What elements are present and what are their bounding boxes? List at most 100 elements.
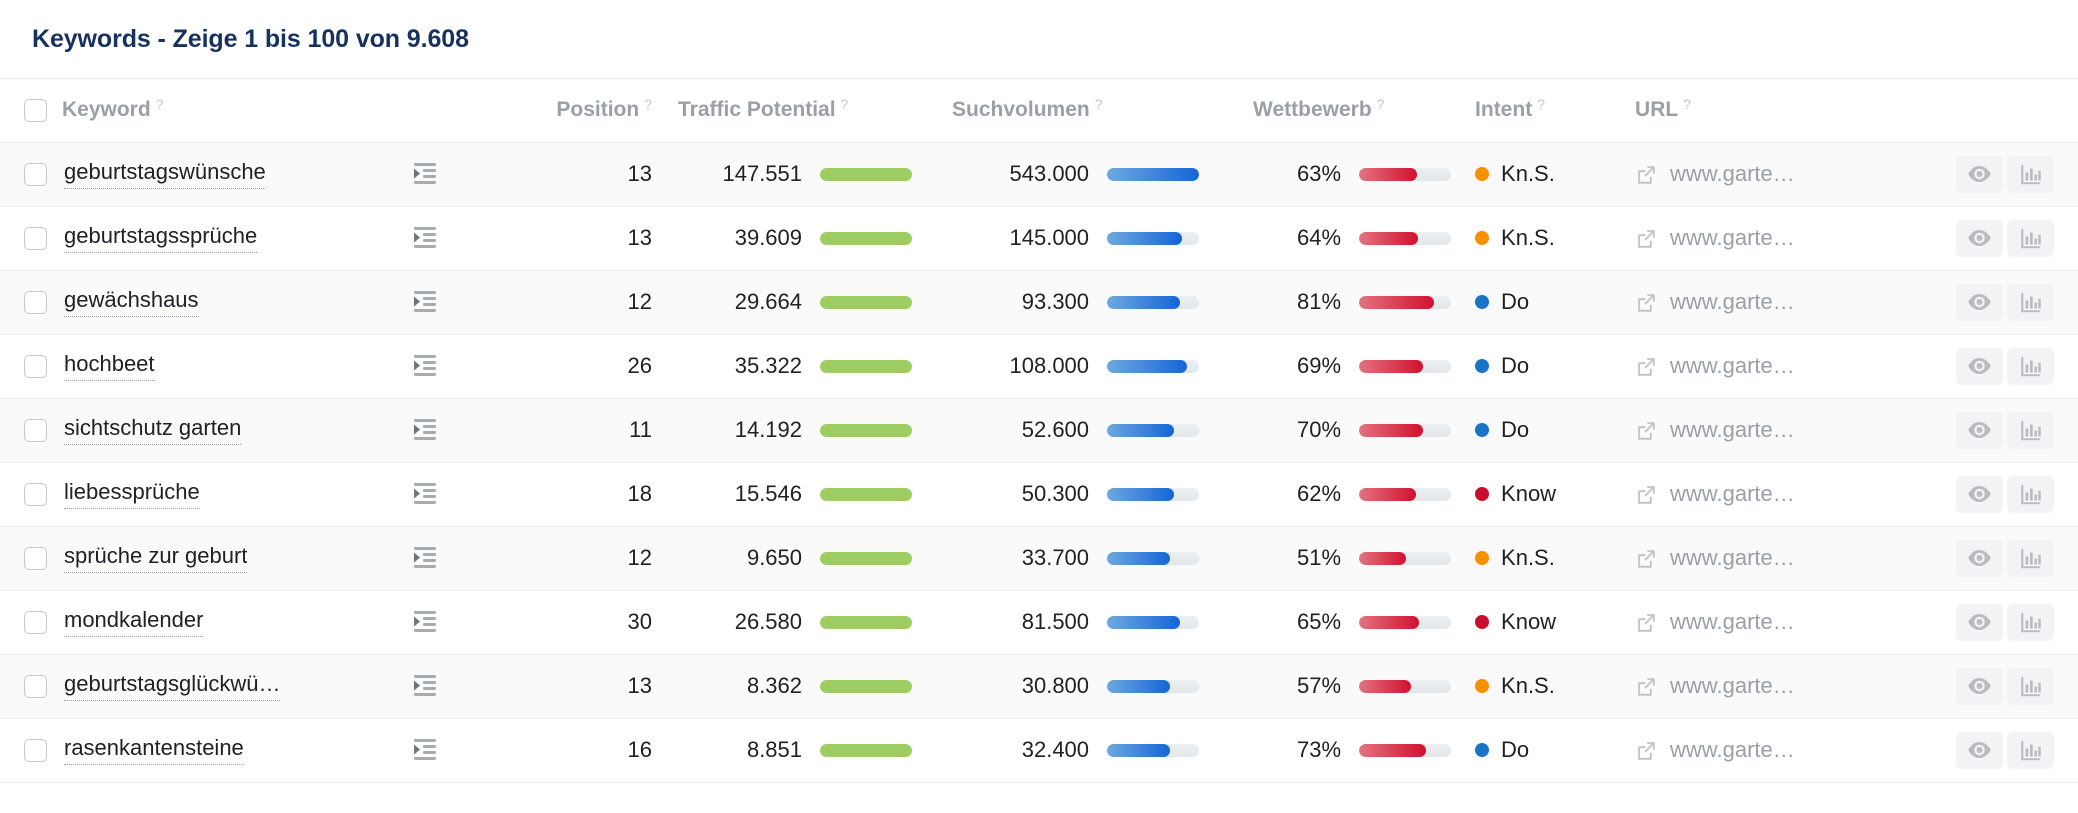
table-row[interactable]: geburtstagswünsche 13 147.551 543.000 63% Kn… bbox=[0, 142, 2078, 207]
url-link[interactable]: www.garte… bbox=[1670, 609, 1795, 635]
table-row[interactable]: mondkalender 30 26.580 81.500 65% Know www.g… bbox=[0, 590, 2078, 655]
column-header-suchvolumen[interactable]: Suchvolumen ? bbox=[934, 79, 1222, 143]
table-header: Keyword ? Position ? Traffic Potential ?… bbox=[0, 79, 2078, 143]
row-checkbox[interactable] bbox=[24, 482, 47, 506]
metrics-button[interactable] bbox=[2007, 667, 2055, 705]
preview-button[interactable] bbox=[1956, 411, 2004, 449]
keyword-link[interactable]: hochbeet bbox=[64, 351, 155, 381]
url-link[interactable]: www.garte… bbox=[1670, 417, 1795, 443]
help-icon[interactable]: ? bbox=[841, 96, 849, 112]
row-checkbox[interactable] bbox=[24, 162, 47, 186]
preview-button[interactable] bbox=[1956, 603, 2004, 641]
row-checkbox[interactable] bbox=[24, 418, 47, 442]
intent-label: Kn.S. bbox=[1501, 545, 1555, 570]
row-select-cell bbox=[0, 398, 62, 463]
row-checkbox[interactable] bbox=[24, 738, 47, 762]
table-row[interactable]: gewächshaus 12 29.664 93.300 81% Do www.gart… bbox=[0, 270, 2078, 335]
help-icon[interactable]: ? bbox=[1537, 96, 1545, 112]
metrics-button[interactable] bbox=[2007, 411, 2055, 449]
table-row[interactable]: hochbeet 26 35.322 108.000 69% Do www.garte… bbox=[0, 334, 2078, 399]
row-checkbox[interactable] bbox=[24, 674, 47, 698]
metrics-button[interactable] bbox=[2007, 539, 2055, 577]
column-header-wettbewerb[interactable]: Wettbewerb ? bbox=[1221, 79, 1472, 143]
help-icon[interactable]: ? bbox=[1377, 96, 1385, 112]
keyword-link[interactable]: geburtstagsglückwü… bbox=[64, 671, 281, 701]
suchvolumen-cell: 543.000 bbox=[934, 142, 1090, 207]
metrics-button[interactable] bbox=[2007, 283, 2055, 321]
intent-cell: Kn.S. bbox=[1471, 654, 1632, 719]
row-checkbox[interactable] bbox=[24, 226, 47, 250]
preview-button[interactable] bbox=[1956, 155, 2004, 193]
help-icon[interactable]: ? bbox=[1683, 96, 1691, 112]
table-row[interactable]: sprüche zur geburt 12 9.650 33.700 51% Kn.S.… bbox=[0, 526, 2078, 591]
url-link[interactable]: www.garte… bbox=[1670, 353, 1795, 379]
eye-icon bbox=[1968, 166, 1991, 182]
preview-button[interactable] bbox=[1956, 283, 2004, 321]
table-row[interactable]: sichtschutz garten 11 14.192 52.600 70% Do w… bbox=[0, 398, 2078, 463]
metrics-button[interactable] bbox=[2007, 731, 2055, 769]
keyword-indent-cell[interactable] bbox=[412, 398, 513, 463]
suchvolumen-bar bbox=[1107, 551, 1200, 565]
keyword-indent-cell[interactable] bbox=[412, 718, 513, 783]
preview-button[interactable] bbox=[1956, 475, 2004, 513]
suchvolumen-bar-cell bbox=[1089, 462, 1222, 527]
table-row[interactable]: geburtstagssprüche 13 39.609 145.000 64% Kn.… bbox=[0, 206, 2078, 271]
keyword-link[interactable]: sichtschutz garten bbox=[64, 415, 242, 445]
column-header-keyword[interactable]: Keyword ? bbox=[62, 79, 513, 143]
keyword-indent-cell[interactable] bbox=[412, 142, 513, 207]
preview-button[interactable] bbox=[1956, 219, 2004, 257]
metrics-button[interactable] bbox=[2007, 603, 2055, 641]
preview-button[interactable] bbox=[1956, 731, 2004, 769]
preview-button[interactable] bbox=[1956, 539, 2004, 577]
column-header-intent[interactable]: Intent ? bbox=[1471, 79, 1632, 143]
row-checkbox[interactable] bbox=[24, 610, 47, 634]
preview-button[interactable] bbox=[1956, 347, 2004, 385]
keyword-link[interactable]: mondkalender bbox=[64, 607, 204, 637]
preview-button[interactable] bbox=[1956, 667, 2004, 705]
url-link[interactable]: www.garte… bbox=[1670, 289, 1795, 315]
help-icon[interactable]: ? bbox=[1095, 96, 1103, 112]
table-row[interactable]: liebessprüche 18 15.546 50.300 62% Know www.… bbox=[0, 462, 2078, 527]
url-link[interactable]: www.garte… bbox=[1670, 225, 1795, 251]
help-icon[interactable]: ? bbox=[644, 96, 652, 112]
metrics-button[interactable] bbox=[2007, 475, 2055, 513]
wettbewerb-value: 65% bbox=[1296, 609, 1342, 634]
keyword-link[interactable]: sprüche zur geburt bbox=[64, 543, 248, 573]
keyword-indent-cell[interactable] bbox=[412, 270, 513, 335]
url-link[interactable]: www.garte… bbox=[1670, 481, 1795, 507]
keyword-link[interactable]: geburtstagssprüche bbox=[64, 223, 258, 253]
row-checkbox[interactable] bbox=[24, 290, 47, 314]
metrics-button[interactable] bbox=[2007, 347, 2055, 385]
column-header-url[interactable]: URL ? bbox=[1631, 79, 2078, 143]
keyword-indent-cell[interactable] bbox=[412, 526, 513, 591]
column-header-suchvolumen-label: Suchvolumen bbox=[952, 98, 1090, 122]
keyword-indent-cell[interactable] bbox=[412, 206, 513, 271]
keyword-link[interactable]: gewächshaus bbox=[64, 287, 199, 317]
url-link[interactable]: www.garte… bbox=[1670, 161, 1795, 187]
keyword-indent-cell[interactable] bbox=[412, 334, 513, 399]
metrics-button[interactable] bbox=[2007, 155, 2055, 193]
keyword-indent-cell[interactable] bbox=[412, 654, 513, 719]
select-all-checkbox[interactable] bbox=[24, 98, 47, 122]
url-link[interactable]: www.garte… bbox=[1670, 545, 1795, 571]
keyword-link[interactable]: liebessprüche bbox=[64, 479, 200, 509]
traffic-potential-value: 15.546 bbox=[734, 481, 803, 506]
metrics-button[interactable] bbox=[2007, 219, 2055, 257]
wettbewerb-bar-cell bbox=[1341, 142, 1472, 207]
table-row[interactable]: geburtstagsglückwü… 13 8.362 30.800 57% Kn.S… bbox=[0, 654, 2078, 719]
keyword-link[interactable]: geburtstagswünsche bbox=[64, 159, 266, 189]
help-icon[interactable]: ? bbox=[156, 96, 164, 112]
table-row[interactable]: rasenkantensteine 16 8.851 32.400 73% Do www… bbox=[0, 718, 2078, 783]
row-checkbox[interactable] bbox=[24, 354, 47, 378]
row-select-cell bbox=[0, 526, 62, 591]
column-header-position[interactable]: Position ? bbox=[512, 79, 653, 143]
column-header-traffic-potential[interactable]: Traffic Potential ? bbox=[652, 79, 935, 143]
url-link[interactable]: www.garte… bbox=[1670, 737, 1795, 763]
wettbewerb-bar-cell bbox=[1341, 462, 1472, 527]
row-checkbox[interactable] bbox=[24, 546, 47, 570]
keyword-indent-cell[interactable] bbox=[412, 462, 513, 527]
keyword-link[interactable]: rasenkantensteine bbox=[64, 735, 244, 765]
url-link[interactable]: www.garte… bbox=[1670, 673, 1795, 699]
intent-cell: Kn.S. bbox=[1471, 142, 1632, 207]
keyword-indent-cell[interactable] bbox=[412, 590, 513, 655]
